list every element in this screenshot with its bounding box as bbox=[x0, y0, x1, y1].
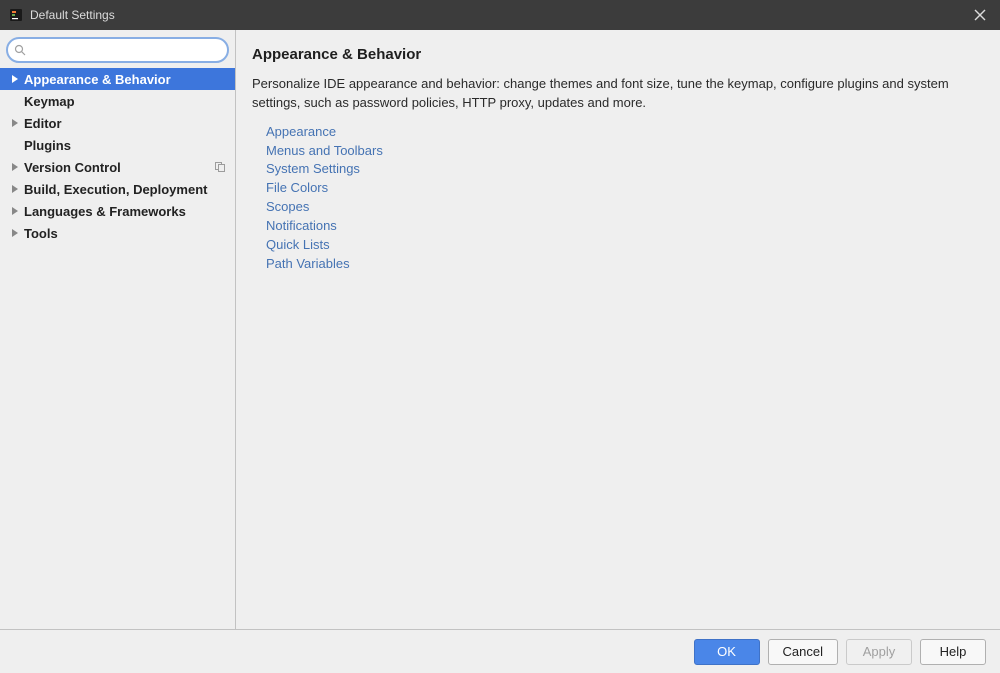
sidebar: Appearance & Behavior Keymap Editor Plugins… bbox=[0, 30, 236, 629]
sidebar-item-label: Version Control bbox=[24, 160, 121, 175]
sidebar-item-version-control[interactable]: Version Control bbox=[0, 156, 235, 178]
sidebar-item-build-execution-deployment[interactable]: Build, Execution, Deployment bbox=[0, 178, 235, 200]
content-panel: Appearance & Behavior Personalize IDE ap… bbox=[236, 30, 1000, 629]
expand-arrow-icon bbox=[10, 228, 20, 238]
subpage-link-scopes[interactable]: Scopes bbox=[266, 198, 984, 217]
sidebar-item-label: Appearance & Behavior bbox=[24, 72, 171, 87]
subpage-link-appearance[interactable]: Appearance bbox=[266, 123, 984, 142]
search-input[interactable] bbox=[30, 43, 219, 58]
search-box[interactable] bbox=[6, 37, 229, 63]
apply-button[interactable]: Apply bbox=[846, 639, 912, 665]
sidebar-item-appearance-behavior[interactable]: Appearance & Behavior bbox=[0, 68, 235, 90]
search-icon bbox=[14, 43, 27, 57]
expand-arrow-icon bbox=[10, 162, 20, 172]
page-description: Personalize IDE appearance and behavior:… bbox=[252, 75, 984, 113]
expand-arrow-icon bbox=[10, 74, 20, 84]
sidebar-item-tools[interactable]: Tools bbox=[0, 222, 235, 244]
subpage-link-menus-and-toolbars[interactable]: Menus and Toolbars bbox=[266, 142, 984, 161]
sidebar-item-label: Plugins bbox=[24, 138, 71, 153]
subpage-link-file-colors[interactable]: File Colors bbox=[266, 179, 984, 198]
dialog-footer: OK Cancel Apply Help bbox=[0, 629, 1000, 673]
sidebar-item-label: Tools bbox=[24, 226, 58, 241]
sidebar-item-label: Editor bbox=[24, 116, 62, 131]
sidebar-item-plugins[interactable]: Plugins bbox=[0, 134, 235, 156]
subpage-link-notifications[interactable]: Notifications bbox=[266, 217, 984, 236]
expand-arrow-icon bbox=[10, 206, 20, 216]
dialog-body: Appearance & Behavior Keymap Editor Plugins… bbox=[0, 30, 1000, 629]
expand-arrow-icon bbox=[10, 184, 20, 194]
subpage-link-path-variables[interactable]: Path Variables bbox=[266, 255, 984, 274]
subpage-link-system-settings[interactable]: System Settings bbox=[266, 160, 984, 179]
sidebar-item-label: Build, Execution, Deployment bbox=[24, 182, 207, 197]
sidebar-item-label: Languages & Frameworks bbox=[24, 204, 186, 219]
search-wrapper bbox=[0, 34, 235, 68]
cancel-button[interactable]: Cancel bbox=[768, 639, 838, 665]
sublinks: AppearanceMenus and ToolbarsSystem Setti… bbox=[252, 123, 984, 274]
subpage-link-quick-lists[interactable]: Quick Lists bbox=[266, 236, 984, 255]
ok-button[interactable]: OK bbox=[694, 639, 760, 665]
title-bar: Default Settings bbox=[0, 0, 1000, 30]
expand-arrow-icon bbox=[10, 118, 20, 128]
help-button[interactable]: Help bbox=[920, 639, 986, 665]
sidebar-item-label: Keymap bbox=[24, 94, 75, 109]
sidebar-item-editor[interactable]: Editor bbox=[0, 112, 235, 134]
close-icon[interactable] bbox=[968, 3, 992, 27]
page-title: Appearance & Behavior bbox=[252, 46, 984, 63]
sidebar-item-languages-frameworks[interactable]: Languages & Frameworks bbox=[0, 200, 235, 222]
copy-icon bbox=[213, 160, 227, 174]
window-title: Default Settings bbox=[30, 8, 968, 22]
settings-tree: Appearance & Behavior Keymap Editor Plugins… bbox=[0, 68, 235, 629]
sidebar-item-keymap[interactable]: Keymap bbox=[0, 90, 235, 112]
app-icon bbox=[8, 7, 24, 23]
